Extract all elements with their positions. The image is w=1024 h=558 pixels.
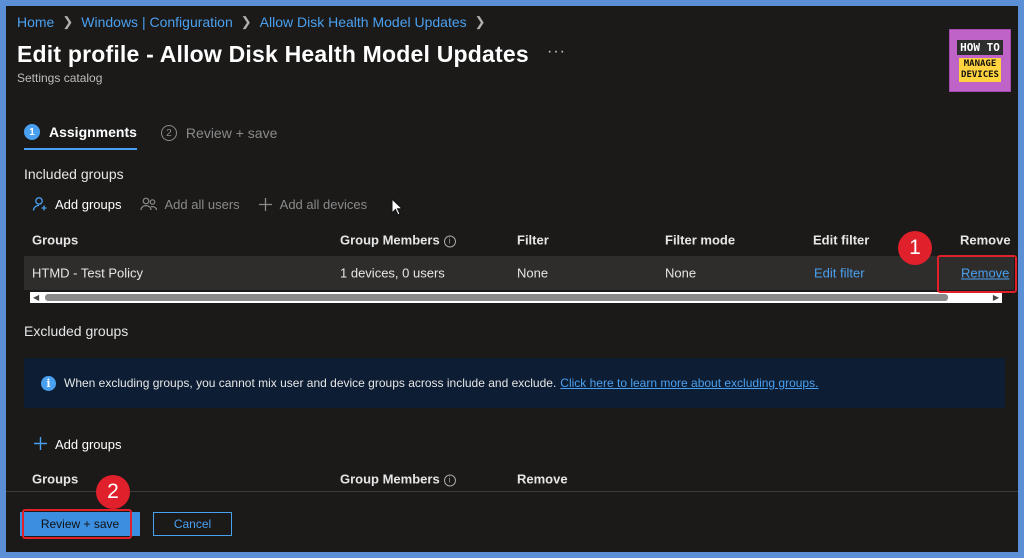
- chevron-right-icon: ❯: [62, 14, 74, 29]
- plus-icon: [33, 436, 48, 452]
- cancel-button[interactable]: Cancel: [153, 512, 232, 536]
- excluded-groups-heading: Excluded groups: [24, 323, 129, 339]
- scroll-right-icon[interactable]: ▶: [993, 293, 999, 302]
- logo-text-devices: DEVICES: [961, 69, 999, 80]
- table-row: HTMD - Test Policy 1 devices, 0 users No…: [24, 256, 1014, 290]
- mouse-cursor-icon: [391, 197, 404, 221]
- included-table-header: Groups Group Members i Filter Filter mode…: [24, 223, 1014, 257]
- column-header-edit-filter: Edit filter: [813, 232, 870, 248]
- chevron-right-icon: ❯: [474, 14, 486, 29]
- people-icon: [139, 196, 158, 213]
- included-command-bar: Add groups Add all users Add all devices: [32, 196, 367, 213]
- info-icon: i: [41, 375, 56, 391]
- scroll-left-icon[interactable]: ◀: [33, 293, 39, 302]
- column-header-filter: Filter: [517, 232, 549, 248]
- chevron-right-icon: ❯: [240, 14, 252, 29]
- info-message-bar: i When excluding groups, you cannot mix …: [24, 358, 1005, 408]
- wizard-steps: 1 Assignments 2 Review + save: [24, 124, 277, 150]
- add-all-devices-label: Add all devices: [279, 197, 368, 212]
- column-header-group-members: Group Members i: [340, 233, 456, 248]
- column-header-groups: Groups: [32, 471, 79, 487]
- column-header-remove: Remove: [960, 232, 1011, 248]
- excluded-add-groups-button[interactable]: Add groups: [33, 436, 122, 452]
- horizontal-scrollbar[interactable]: ◀ ▶: [30, 292, 1002, 303]
- add-user-icon: [32, 196, 48, 213]
- step-number-1: 1: [24, 124, 40, 140]
- add-groups-label: Add groups: [55, 197, 122, 212]
- logo-text-line1: HOW TO: [957, 39, 1003, 55]
- column-header-group-members-label: Group Members: [340, 232, 440, 248]
- tab-assignments[interactable]: 1 Assignments: [24, 124, 137, 150]
- column-header-group-members-label: Group Members: [340, 471, 440, 487]
- learn-more-excluding-link[interactable]: Click here to learn more about excluding…: [560, 376, 818, 390]
- step-label-assignments: Assignments: [49, 124, 137, 140]
- column-header-groups: Groups: [32, 232, 79, 248]
- breadcrumb-profile[interactable]: Allow Disk Health Model Updates: [260, 14, 467, 30]
- breadcrumb-windows-configuration[interactable]: Windows | Configuration: [81, 14, 232, 30]
- edit-filter-link[interactable]: Edit filter: [814, 266, 865, 281]
- add-groups-button[interactable]: Add groups: [32, 196, 122, 213]
- logo-text-manage: MANAGE: [963, 58, 997, 69]
- column-header-group-members: Group Members i: [340, 472, 456, 487]
- page-title: Edit profile - Allow Disk Health Model U…: [17, 41, 529, 67]
- cell-group-members: 1 devices, 0 users: [340, 265, 445, 281]
- add-all-users-label: Add all users: [164, 197, 240, 212]
- tab-review-save[interactable]: 2 Review + save: [160, 124, 278, 150]
- annotation-badge-2: 2: [96, 475, 130, 509]
- column-header-remove: Remove: [517, 471, 568, 487]
- info-message-text: When excluding groups, you cannot mix us…: [64, 376, 557, 390]
- annotation-highlight-remove: [937, 255, 1017, 293]
- included-groups-heading: Included groups: [24, 166, 124, 182]
- cell-group-name: HTMD - Test Policy: [32, 265, 143, 281]
- add-all-users-button[interactable]: Add all users: [139, 196, 240, 213]
- brand-logo: HOW TO MANAGE DEVICES: [949, 29, 1011, 92]
- step-label-review-save: Review + save: [185, 125, 278, 141]
- portal-window: Home ❯ Windows | Configuration ❯ Allow D…: [6, 6, 1018, 552]
- cell-filter-mode: None: [665, 265, 697, 281]
- annotation-highlight-review-save: [22, 509, 132, 539]
- excluded-add-groups-label: Add groups: [55, 436, 122, 452]
- scrollbar-thumb[interactable]: [45, 294, 948, 301]
- breadcrumb-home[interactable]: Home: [17, 14, 54, 30]
- step-number-2: 2: [160, 125, 177, 141]
- plus-icon: [258, 197, 273, 213]
- annotation-badge-1: 1: [898, 231, 932, 265]
- more-options-button[interactable]: ···: [547, 43, 566, 61]
- cell-filter: None: [517, 265, 549, 281]
- logo-text-line2: MANAGE DEVICES: [959, 57, 1001, 82]
- info-icon: i: [443, 474, 456, 487]
- column-header-filter-mode: Filter mode: [665, 232, 736, 248]
- info-icon: i: [443, 235, 456, 248]
- breadcrumb: Home ❯ Windows | Configuration ❯ Allow D…: [17, 14, 486, 30]
- add-all-devices-button[interactable]: Add all devices: [258, 196, 367, 213]
- page-subtitle: Settings catalog: [17, 71, 103, 85]
